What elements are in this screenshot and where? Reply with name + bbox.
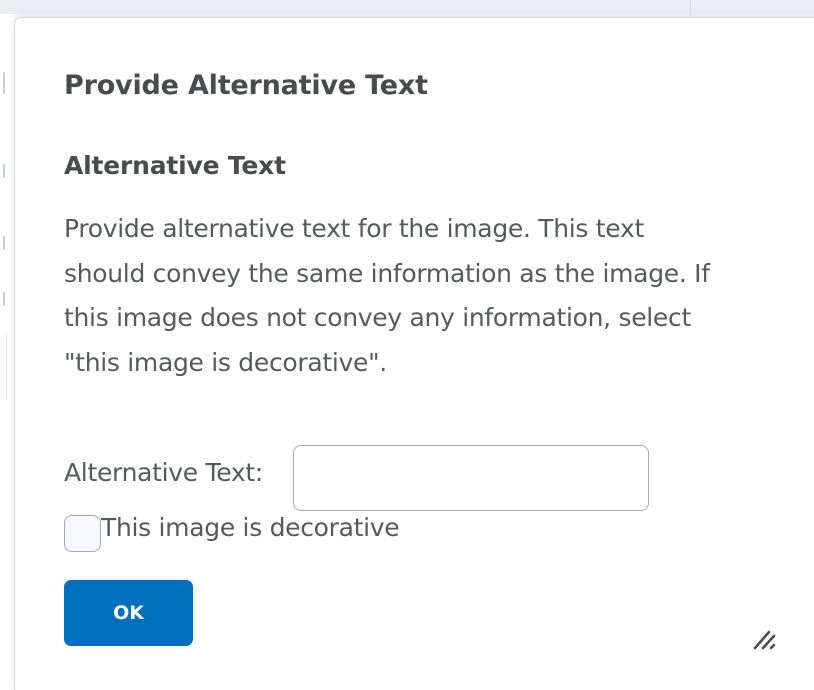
alt-text-input[interactable] bbox=[293, 445, 649, 511]
decorative-checkbox[interactable] bbox=[64, 515, 101, 552]
background-divider-vertical bbox=[6, 334, 7, 400]
resize-grip-icon[interactable] bbox=[752, 625, 778, 651]
section-heading: Alternative Text bbox=[64, 151, 286, 180]
background-divider bbox=[690, 0, 691, 16]
alt-text-label: Alternative Text: bbox=[64, 458, 263, 487]
dialog-title: Provide Alternative Text bbox=[64, 70, 428, 101]
background-mark bbox=[3, 72, 5, 94]
decorative-checkbox-label[interactable]: This image is decorative bbox=[101, 513, 400, 542]
description-line: should convey the same information as th… bbox=[64, 258, 710, 288]
description-line: this image does not convey any informati… bbox=[64, 303, 691, 332]
background-toolbar bbox=[0, 0, 814, 14]
alt-text-dialog: Provide Alternative Text Alternative Tex… bbox=[14, 17, 814, 690]
background-left-strip bbox=[0, 14, 14, 690]
description-line: "this image is decorative". bbox=[64, 347, 387, 377]
background-mark bbox=[3, 164, 5, 178]
description-line: Provide alternative text for the image. … bbox=[64, 214, 644, 243]
ok-button[interactable]: OK bbox=[64, 580, 193, 646]
description-text: Provide alternative text for the image. … bbox=[64, 207, 784, 385]
background-mark bbox=[3, 292, 5, 306]
background-mark bbox=[3, 236, 5, 250]
